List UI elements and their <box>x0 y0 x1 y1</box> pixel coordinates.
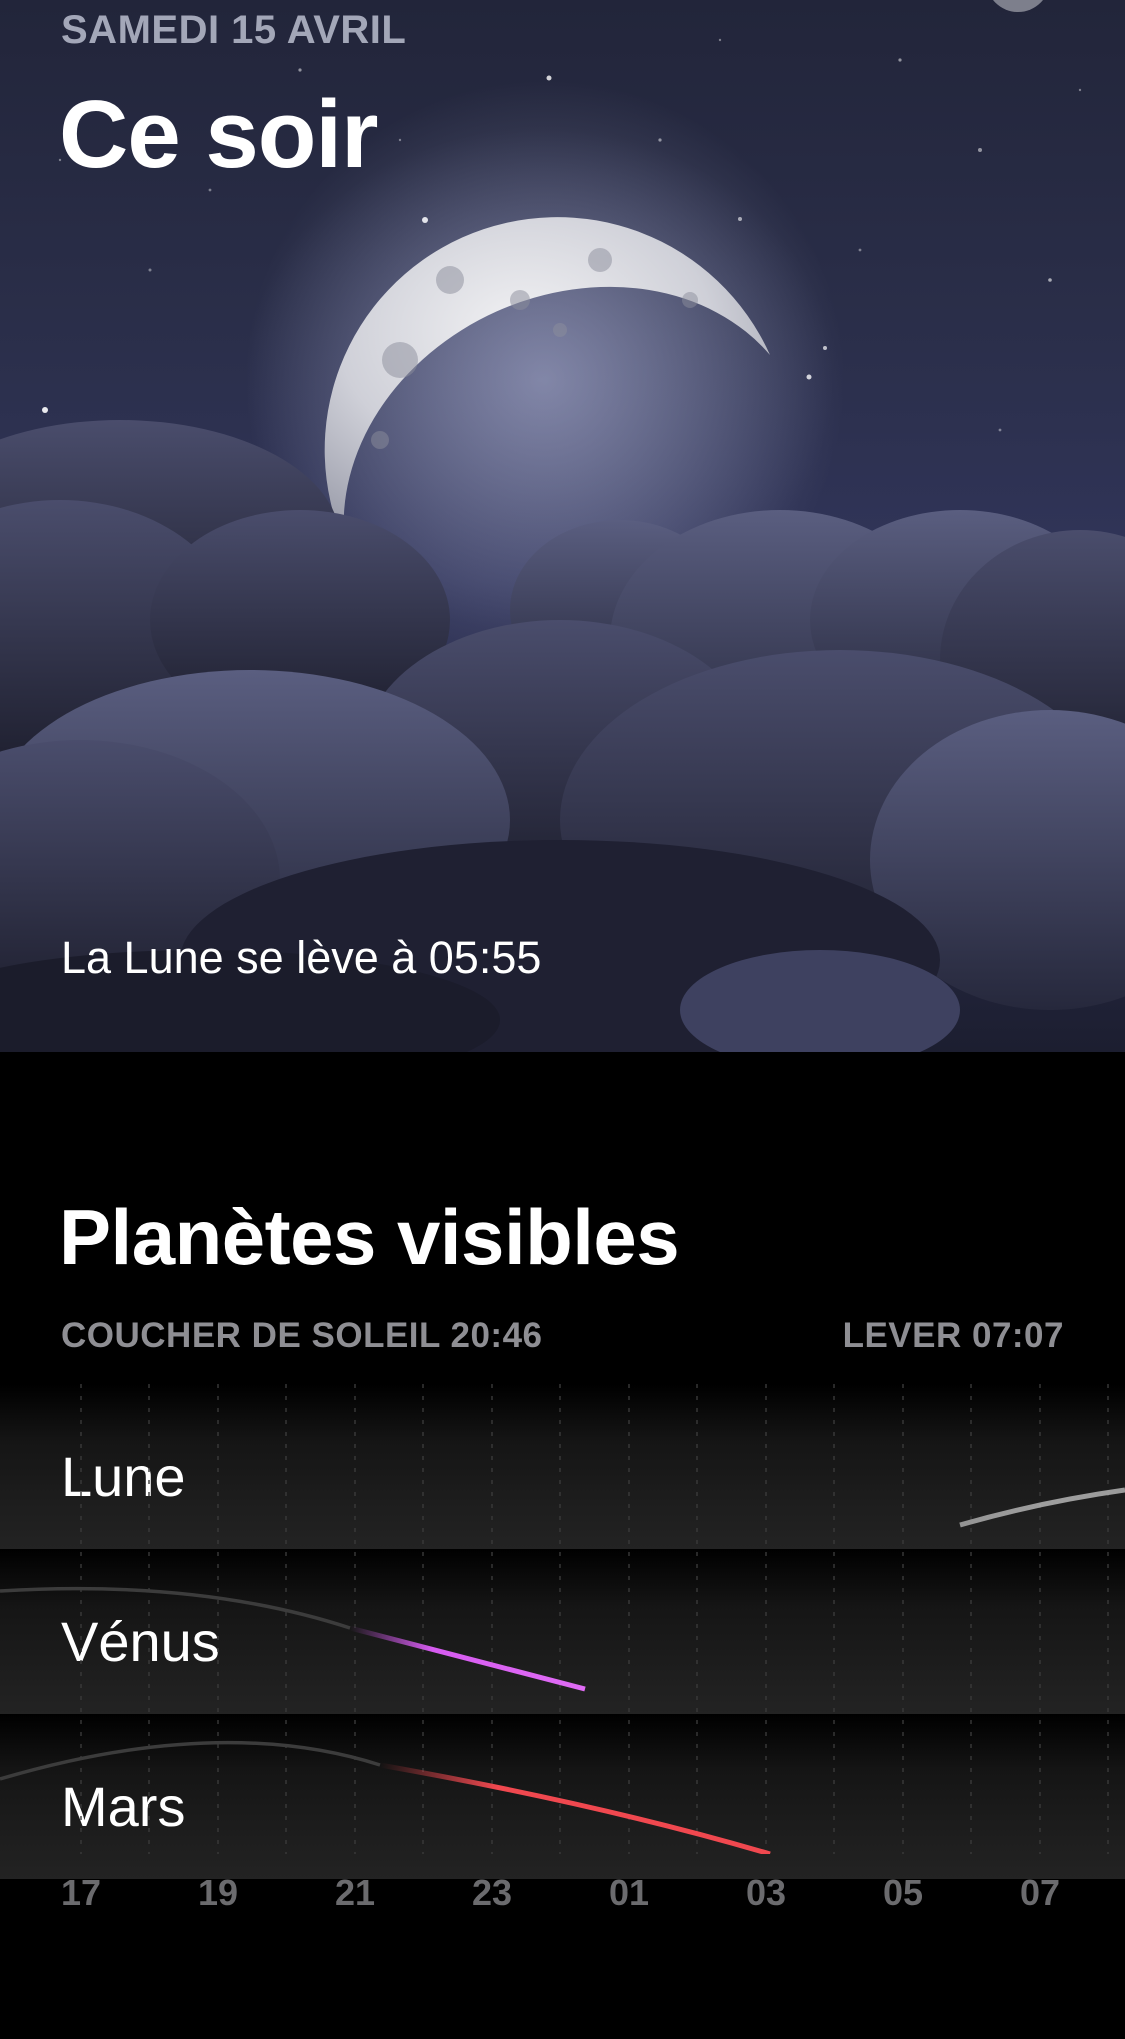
hour-label: 17 <box>60 1872 102 1913</box>
hour-label: 21 <box>334 1872 376 1913</box>
tonight-screen: SAMEDI 15 AVRIL Ce soir La Lune se lève … <box>0 0 1125 2039</box>
venus-visibility-curve <box>349 1625 586 1692</box>
mars-visibility-curve <box>379 1762 771 1854</box>
sunset-label: COUCHER DE SOLEIL 20:46 <box>61 1316 543 1355</box>
tonight-hero[interactable]: SAMEDI 15 AVRIL Ce soir La Lune se lève … <box>0 0 1125 1052</box>
venus-below-horizon-curve <box>0 1586 351 1630</box>
hour-label: 07 <box>1019 1872 1061 1913</box>
hour-label: 19 <box>197 1872 239 1913</box>
hour-axis: 17 19 21 23 01 03 05 07 <box>0 1872 1125 1922</box>
visible-planets-title: Planètes visibles <box>59 1193 680 1281</box>
visibility-curves <box>0 1487 1125 1854</box>
moonrise-text: La Lune se lève à 05:55 <box>61 932 542 983</box>
hour-label: 05 <box>882 1872 924 1913</box>
date-label: SAMEDI 15 AVRIL <box>61 8 407 52</box>
hour-label: 01 <box>608 1872 650 1913</box>
moon-visibility-curve <box>959 1487 1125 1528</box>
page-title: Ce soir <box>59 81 378 188</box>
hour-label: 23 <box>471 1872 513 1913</box>
sunrise-label: LEVER 07:07 <box>842 1316 1064 1355</box>
hour-label: 03 <box>745 1872 787 1913</box>
mars-below-horizon-curve <box>0 1740 381 1781</box>
